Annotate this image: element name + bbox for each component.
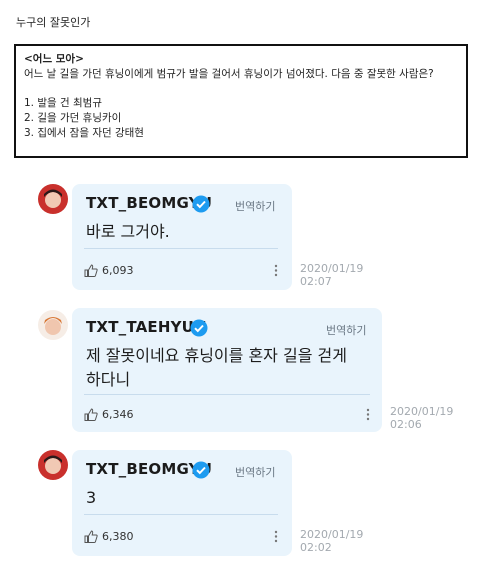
post-card: TXT_BEOMGYU 번역하기 3 6,380 [72, 450, 292, 556]
post-message-line: 제 잘못이네요 휴닝이를 혼자 길을 걷게 [86, 346, 347, 365]
divider [84, 394, 370, 395]
divider [84, 514, 278, 515]
like-count: 6,346 [102, 408, 134, 421]
more-options-icon[interactable] [274, 530, 278, 543]
timestamp: 2020/01/19 02:02 [300, 528, 380, 554]
post-message: 바로 그거야. [86, 222, 170, 241]
avatar[interactable] [38, 310, 68, 340]
post-card: TXT_TAEHYUN 번역하기 제 잘못이네요 휴닝이를 혼자 길을 걷게 하… [72, 308, 382, 432]
quiz-option-3: 3. 집에서 잠을 자던 강태현 [24, 127, 144, 139]
verified-badge-icon [190, 319, 208, 337]
verified-badge-icon [192, 195, 210, 213]
like-count: 6,093 [102, 264, 134, 277]
like-count: 6,380 [102, 530, 134, 543]
timestamp: 2020/01/19 02:06 [390, 405, 470, 431]
avatar[interactable] [38, 184, 68, 214]
quiz-heading: <어느 모아> [24, 53, 84, 65]
translate-button[interactable]: 번역하기 [326, 322, 366, 338]
username[interactable]: TXT_TAEHYUN [86, 318, 207, 336]
like-icon[interactable] [84, 264, 98, 277]
timestamp-time: 02:02 [300, 541, 332, 554]
timestamp-date: 2020/01/19 [300, 528, 364, 541]
translate-button[interactable]: 번역하기 [235, 464, 275, 480]
timestamp-date: 2020/01/19 [300, 262, 364, 275]
quiz-option-1: 1. 발을 건 최범규 [24, 97, 102, 109]
like-icon[interactable] [84, 408, 98, 421]
quiz-option-2: 2. 길을 가던 휴닝카이 [24, 112, 122, 124]
timestamp-date: 2020/01/19 [390, 405, 454, 418]
quiz-box: <어느 모아> 어느 날 길을 가던 휴닝이에게 범규가 발을 걸어서 휴닝이가… [14, 44, 468, 158]
avatar[interactable] [38, 450, 68, 480]
verified-badge-icon [192, 461, 210, 479]
timestamp: 2020/01/19 02:07 [300, 262, 380, 288]
quiz-options: 1. 발을 건 최범규 2. 길을 가던 휴닝카이 3. 집에서 잠을 자던 강… [24, 96, 458, 141]
divider [84, 248, 278, 249]
post-message-line: 하다니 [86, 370, 131, 389]
more-options-icon[interactable] [274, 264, 278, 277]
more-options-icon[interactable] [366, 408, 370, 421]
like-icon[interactable] [84, 530, 98, 543]
timestamp-time: 02:06 [390, 418, 422, 431]
post-message: 제 잘못이네요 휴닝이를 혼자 길을 걷게 하다니 [86, 344, 376, 392]
page-title: 누구의 잘못인가 [16, 16, 91, 29]
quiz-question: 어느 날 길을 가던 휴닝이에게 범규가 발을 걸어서 휴닝이가 넘어졌다. 다… [24, 68, 434, 80]
post-card: TXT_BEOMGYU 번역하기 바로 그거야. 6,093 [72, 184, 292, 290]
timestamp-time: 02:07 [300, 275, 332, 288]
translate-button[interactable]: 번역하기 [235, 198, 275, 214]
post-message: 3 [86, 488, 97, 507]
